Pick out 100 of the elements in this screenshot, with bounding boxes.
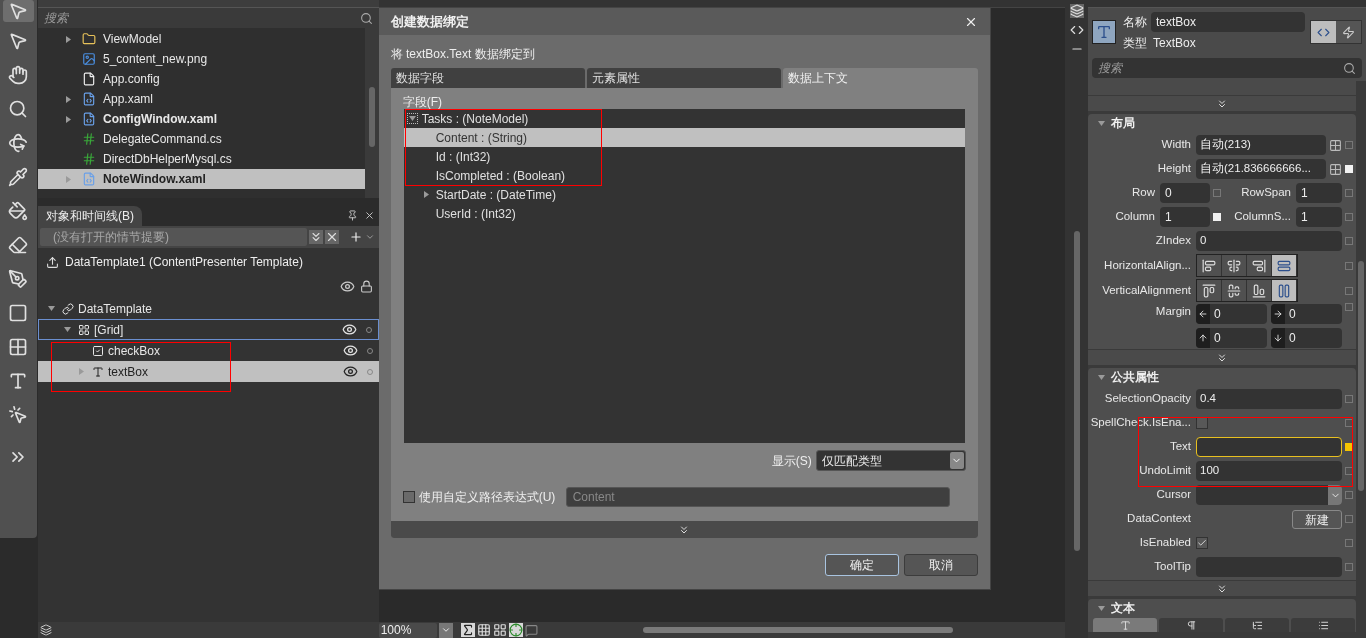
caret-icon[interactable]: [364, 232, 375, 242]
property-field[interactable]: 1: [1296, 207, 1342, 227]
pin-icon[interactable]: [346, 210, 358, 221]
field-row[interactable]: Tasks : (NoteModel): [403, 109, 965, 128]
search-field[interactable]: 搜索: [1092, 58, 1362, 78]
dialog-tab[interactable]: 数据字段: [390, 68, 585, 88]
tool-button[interactable]: [3, 0, 34, 22]
property-marker[interactable]: [1345, 443, 1353, 451]
show-dropdown[interactable]: 仅匹配类型: [815, 450, 966, 471]
dropdown[interactable]: [1196, 485, 1342, 505]
property-marker[interactable]: [1345, 419, 1353, 427]
property-marker[interactable]: [1345, 563, 1353, 571]
property-marker[interactable]: [1345, 539, 1353, 547]
layers-icon[interactable]: [1069, 4, 1084, 18]
properties-mode-button[interactable]: [1311, 21, 1336, 43]
property-field[interactable]: [1196, 437, 1342, 457]
property-marker[interactable]: [1345, 237, 1353, 245]
field-row[interactable]: Content : (String): [403, 128, 965, 147]
project-item[interactable]: DelegateCommand.cs: [37, 129, 365, 149]
property-marker[interactable]: [1345, 286, 1353, 295]
close-icon[interactable]: [363, 210, 375, 221]
property-field[interactable]: [1196, 557, 1342, 577]
property-field[interactable]: 0: [1160, 183, 1210, 203]
scrollbar[interactable]: [364, 28, 379, 198]
expand-arrow-icon[interactable]: [64, 326, 72, 333]
project-item[interactable]: DirectDbHelperMysql.cs: [37, 149, 365, 169]
expand-arrow-icon[interactable]: [1098, 604, 1105, 612]
annotation-icon[interactable]: [524, 623, 538, 637]
property-field[interactable]: 自动(213): [1196, 135, 1326, 155]
expand-arrow-icon[interactable]: [65, 95, 73, 103]
expand-arrow-icon[interactable]: [422, 191, 430, 198]
project-item[interactable]: NoteWindow.xaml: [37, 169, 365, 189]
dialog-tab[interactable]: 元素属性: [587, 68, 782, 88]
property-marker[interactable]: [1345, 515, 1353, 523]
field-row[interactable]: IsCompleted : (Boolean): [403, 166, 965, 185]
project-item[interactable]: ConfigWindow.xaml: [37, 109, 365, 129]
tree-row[interactable]: textBox: [37, 361, 379, 382]
alignment-button[interactable]: [1272, 280, 1297, 301]
property-field[interactable]: 0: [1196, 231, 1342, 251]
field-row[interactable]: UserId : (Int32): [403, 204, 965, 223]
checkbox[interactable]: [1196, 537, 1208, 549]
expand-arrow-icon[interactable]: [1098, 373, 1105, 381]
search-field[interactable]: 搜索: [37, 8, 379, 28]
property-marker[interactable]: [1345, 141, 1353, 149]
plus-icon[interactable]: [348, 230, 363, 244]
tree-row[interactable]: [Grid]: [37, 319, 379, 340]
property-field[interactable]: 100: [1196, 461, 1342, 481]
eye-icon[interactable]: [342, 364, 358, 379]
auto-size-icon[interactable]: [1329, 162, 1342, 176]
expand-arrow-icon[interactable]: [65, 35, 73, 43]
layers-icon[interactable]: [39, 624, 52, 636]
margin-field[interactable]: 0: [1271, 304, 1342, 324]
grid-icon[interactable]: [476, 623, 491, 637]
crosshair-icon[interactable]: [508, 623, 523, 637]
margin-field[interactable]: 0: [1196, 328, 1267, 348]
code-icon[interactable]: [1069, 23, 1084, 37]
chevrons-down-icon[interactable]: [308, 230, 323, 244]
expand-arrow-icon[interactable]: [408, 115, 416, 122]
project-item[interactable]: App.config: [37, 69, 365, 89]
property-marker[interactable]: [1345, 213, 1353, 221]
margin-field[interactable]: 0: [1271, 328, 1342, 348]
property-marker[interactable]: [1345, 189, 1353, 197]
project-item[interactable]: App.xaml: [37, 89, 365, 109]
zoom-field[interactable]: 100%: [378, 622, 437, 638]
panel-tab[interactable]: 对象和时间线(B): [37, 206, 142, 226]
eye-icon[interactable]: [342, 343, 358, 358]
field-row[interactable]: StartDate : (DateTime): [403, 185, 965, 204]
property-marker[interactable]: [1345, 303, 1353, 311]
project-item[interactable]: 5_content_new.png: [37, 49, 365, 69]
tree-row[interactable]: DataTemplate: [37, 298, 379, 319]
expand-arrow-icon[interactable]: [1098, 119, 1105, 127]
chevron-down-icon[interactable]: [440, 625, 451, 635]
property-marker[interactable]: [1345, 467, 1353, 475]
dialog-tab[interactable]: 数据上下文: [783, 68, 978, 88]
field-row[interactable]: Id : (Int32): [403, 147, 965, 166]
property-marker[interactable]: [1345, 491, 1353, 499]
events-mode-button[interactable]: [1336, 21, 1361, 43]
close-icon[interactable]: [324, 230, 339, 244]
expand-arrow-icon[interactable]: [65, 115, 73, 123]
function-icon[interactable]: [460, 623, 475, 637]
dialog-button[interactable]: 确定: [824, 554, 899, 576]
text-tab[interactable]: [1225, 618, 1289, 632]
scope-up-icon[interactable]: [45, 255, 59, 269]
auto-size-icon[interactable]: [1329, 138, 1342, 152]
property-field[interactable]: 0.4: [1196, 389, 1342, 409]
new-button[interactable]: 新建: [1292, 509, 1342, 529]
property-field[interactable]: 1: [1160, 207, 1210, 227]
eye-icon[interactable]: [341, 322, 357, 337]
property-field[interactable]: 1: [1296, 183, 1342, 203]
project-item[interactable]: ViewModel: [37, 29, 365, 49]
property-marker[interactable]: [1345, 395, 1353, 403]
lock-icon[interactable]: [359, 279, 373, 293]
expand-arrow-icon[interactable]: [48, 305, 56, 312]
checkbox[interactable]: [402, 491, 415, 503]
dialog-button[interactable]: 取消: [903, 554, 978, 576]
name-field[interactable]: textBox: [1151, 12, 1305, 32]
vertical-scrollbar[interactable]: [1073, 231, 1080, 551]
snap-grid-icon[interactable]: [492, 623, 507, 637]
property-marker[interactable]: [1345, 261, 1353, 270]
tree-row[interactable]: checkBox: [37, 340, 379, 361]
